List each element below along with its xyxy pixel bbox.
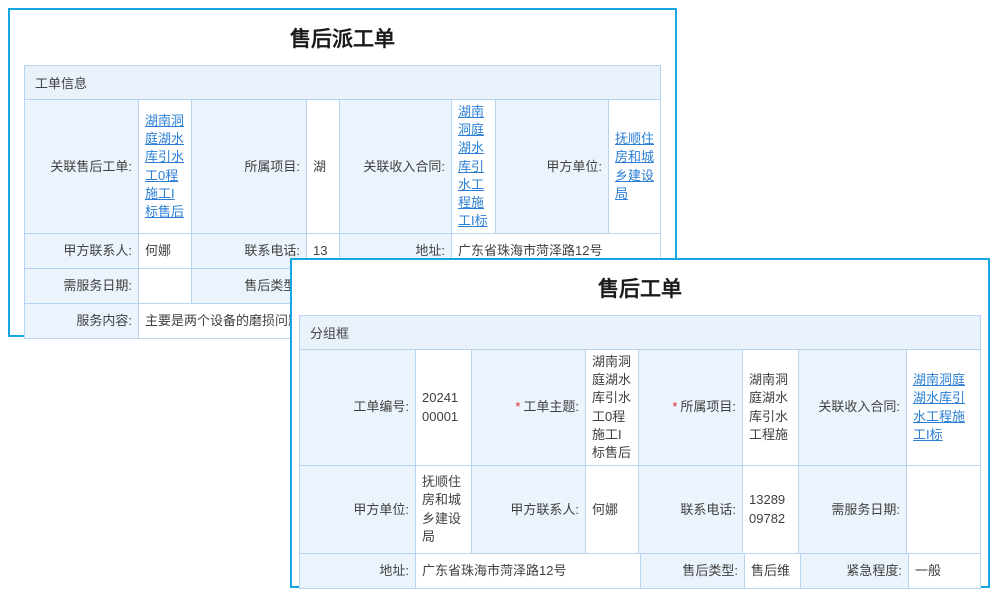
- section-header: 工单信息: [25, 66, 660, 99]
- field-value: 2024100001: [415, 350, 471, 465]
- form-row: 地址:广东省珠海市菏泽路12号售后类型:售后维紧急程度:一般: [300, 553, 980, 588]
- field-label: 甲方联系人:: [25, 234, 138, 268]
- field-value: [906, 466, 980, 553]
- field-label: 需服务日期:: [25, 269, 138, 303]
- field-label: 关联售后工单:: [25, 100, 138, 233]
- field-value: 湖南洞庭湖水库引水工0程施工I标售后: [138, 100, 191, 233]
- field-value: 湖南洞庭湖水库引水工程施工I标: [906, 350, 980, 465]
- field-label: 售后类型:: [640, 554, 744, 588]
- field-label: 工单编号:: [300, 350, 415, 465]
- field-label: 地址:: [300, 554, 415, 588]
- field-value: 湖南洞庭湖水库引水工程施工I标: [451, 100, 495, 233]
- record-link[interactable]: 湖南洞庭湖水库引水工程施工I标: [913, 371, 974, 444]
- form-row: 关联售后工单:湖南洞庭湖水库引水工0程施工I标售后所属项目:湖关联收入合同:湖南…: [25, 99, 660, 233]
- field-label: 紧急程度:: [800, 554, 908, 588]
- page-title: 售后派工单: [24, 23, 661, 53]
- field-value: 1328909782: [742, 466, 798, 553]
- page-title: 售后工单: [299, 273, 981, 303]
- field-value: 一般: [908, 554, 980, 588]
- field-value: [138, 269, 191, 303]
- field-label: 甲方联系人:: [471, 466, 585, 553]
- field-label: 联系电话:: [191, 234, 306, 268]
- form-row: 工单编号:2024100001*工单主题:湖南洞庭湖水库引水工0程施工I标售后*…: [300, 349, 980, 465]
- required-asterisk: *: [515, 398, 520, 416]
- field-label: 关联收入合同:: [339, 100, 451, 233]
- field-value: 湖南洞庭湖水库引水工0程施工I标售后: [585, 350, 638, 465]
- group-box-table: 分组框 工单编号:2024100001*工单主题:湖南洞庭湖水库引水工0程施工I…: [299, 315, 981, 589]
- field-label: 服务内容:: [25, 304, 138, 338]
- field-label: *所属项目:: [638, 350, 742, 465]
- record-link[interactable]: 湖南洞庭湖水库引水工程施工I标: [458, 103, 489, 230]
- field-value: 湖: [306, 100, 339, 233]
- field-value: 湖南洞庭湖水库引水工程施: [742, 350, 798, 465]
- field-label: 联系电话:: [638, 466, 742, 553]
- field-value: 广东省珠海市菏泽路12号: [415, 554, 640, 588]
- field-value: 抚顺住房和城乡建设局: [415, 466, 471, 553]
- field-label: *工单主题:: [471, 350, 585, 465]
- field-label: 甲方单位:: [300, 466, 415, 553]
- form-rows: 工单编号:2024100001*工单主题:湖南洞庭湖水库引水工0程施工I标售后*…: [300, 349, 980, 588]
- form-row: 甲方单位:抚顺住房和城乡建设局甲方联系人:何娜联系电话:1328909782需服…: [300, 465, 980, 553]
- field-label: 售后类型:: [191, 269, 306, 303]
- work-order-window: 售后工单 分组框 工单编号:2024100001*工单主题:湖南洞庭湖水库引水工…: [290, 258, 990, 588]
- record-link[interactable]: 抚顺住房和城乡建设局: [615, 130, 654, 203]
- field-label: 甲方单位:: [495, 100, 608, 233]
- field-label: 需服务日期:: [798, 466, 906, 553]
- field-label: 所属项目:: [191, 100, 306, 233]
- field-value: 抚顺住房和城乡建设局: [608, 100, 660, 233]
- section-header: 分组框: [300, 316, 980, 349]
- required-asterisk: *: [672, 398, 677, 416]
- record-link[interactable]: 湖南洞庭湖水库引水工0程施工I标售后: [145, 112, 185, 221]
- field-label: 关联收入合同:: [798, 350, 906, 465]
- field-value: 售后维: [744, 554, 800, 588]
- field-value: 何娜: [585, 466, 638, 553]
- field-value: 何娜: [138, 234, 191, 268]
